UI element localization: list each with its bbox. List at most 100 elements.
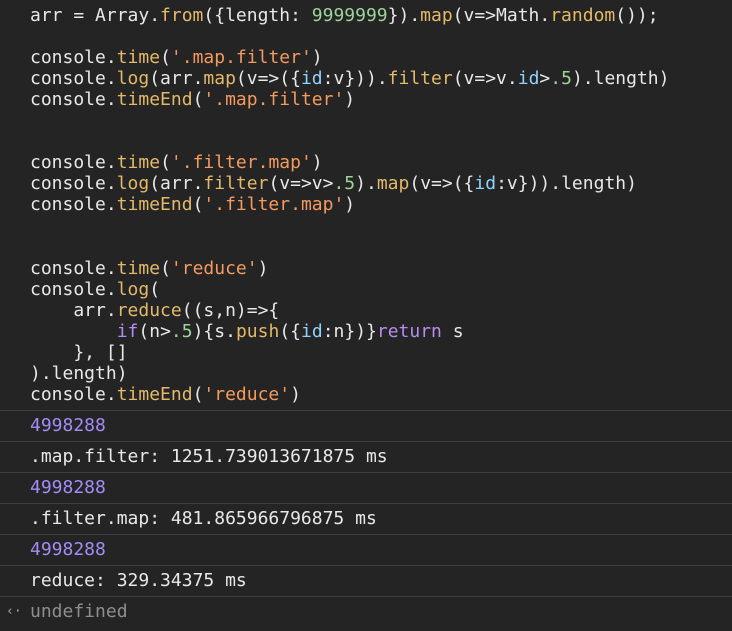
code-token: ) [344,194,356,215]
code-token: ( [160,152,171,173]
code-token: }). [387,5,421,26]
code-token: (arr. [149,68,204,89]
code-token: :n})} [322,321,377,342]
code-token: (n> [138,321,171,342]
code-token: ({ [279,321,301,342]
code-token: '.map.filter' [170,47,312,68]
code-token: 'reduce' [203,384,291,405]
code-token: ({length: [203,5,312,26]
code-token: arr. [30,300,117,321]
code-line: console.time('.filter.map') [30,152,323,173]
output-text: .filter.map: 481.865966796875 ms [30,508,377,529]
code-token: ((s,n)=>{ [181,300,280,321]
code-token: reduce [116,300,182,321]
code-token: ) [344,89,356,110]
code-token: ( [149,279,161,300]
code-line: }, [] [30,342,128,363]
log-number-row[interactable]: 4998288 [0,410,732,440]
log-number-row[interactable]: 4998288 [0,534,732,564]
code-token: ) [311,47,323,68]
code-token: timeEnd [116,194,193,215]
code-token: log [116,173,150,194]
code-token: (arr. [149,173,204,194]
return-arrow-icon: ‹· [6,604,22,619]
code-token: :v})).length) [496,173,637,194]
code-token: map [420,5,453,26]
code-token: ) [290,384,301,405]
code-line: console.log( [30,279,160,300]
code-token: timeEnd [116,89,193,110]
code-token: id [301,321,323,342]
code-token: console. [30,194,117,215]
output-text: .map.filter: 1251.739013671875 ms [30,446,388,467]
code-token: console. [30,384,117,405]
code-token: (v=>v. [452,68,518,89]
code-token: ). [355,173,377,194]
code-token: if [116,321,139,342]
code-token: ( [192,384,204,405]
log-message-row[interactable]: .map.filter: 1251.739013671875 ms [0,441,732,471]
code-token: id [517,68,540,89]
code-token: from [160,5,204,26]
return-value-row[interactable]: ‹· undefined [0,596,732,626]
code-token: ).length) [30,363,128,384]
log-number-row[interactable]: 4998288 [0,472,732,502]
code-token: log [116,279,150,300]
code-token: id [300,68,323,89]
code-token: ( [160,258,171,279]
code-token: return [376,321,442,342]
code-token: '.filter.map' [203,194,345,215]
code-token: console. [30,47,117,68]
code-token: ) [311,152,323,173]
code-token: '.filter.map' [170,152,312,173]
code-line: if(n>.5){s.push({id:n})}return s [30,321,464,342]
code-line: console.timeEnd('.map.filter') [30,89,355,110]
code-token: time [116,47,161,68]
code-token: log [116,68,150,89]
output-text: 4998288 [30,539,106,560]
code-line: ).length) [30,363,128,384]
code-token: push [235,321,280,342]
code-token: s [441,321,464,342]
code-line: console.timeEnd('reduce') [30,384,301,405]
code-line: console.log(arr.filter(v=>v>.5).map(v=>(… [30,173,637,194]
code-token: console. [30,279,117,300]
code-token: ) [257,258,269,279]
code-token: arr = Array. [30,5,161,26]
code-token: ( [192,89,204,110]
code-token: ( [160,47,171,68]
code-token: filter [203,173,269,194]
code-token: console. [30,152,117,173]
code-token: timeEnd [116,384,193,405]
output-text: reduce: 329.34375 ms [30,570,247,591]
code-token: map [376,173,410,194]
code-token: ){s. [192,321,236,342]
code-token: }, [] [30,342,128,363]
code-line: console.time('reduce') [30,258,268,279]
code-token: console. [30,68,117,89]
code-token: random [550,5,616,26]
log-message-row[interactable]: reduce: 329.34375 ms [0,565,732,595]
code-token: console. [30,89,117,110]
code-token: time [116,258,161,279]
code-token: filter [387,68,453,89]
code-token: (v=>v> [268,173,334,194]
output-text: 4998288 [30,415,106,436]
output-text: undefined [30,601,128,622]
code-line: arr.reduce((s,n)=>{ [30,300,279,321]
code-line: console.time('.map.filter') [30,47,323,68]
code-token: :v})). [322,68,388,89]
code-line: console.timeEnd('.filter.map') [30,194,355,215]
code-token: > [539,68,551,89]
code-token: 9999999 [311,5,388,26]
code-token: '.map.filter' [203,89,345,110]
code-token: ( [192,194,204,215]
code-line: console.log(arr.map(v=>({id:v})).filter(… [30,68,670,89]
log-message-row[interactable]: .filter.map: 481.865966796875 ms [0,503,732,533]
code-token: (v=>({ [235,68,301,89]
code-token: .5 [170,321,193,342]
code-line: arr = Array.from({length: 9999999}).map(… [30,5,659,26]
code-token: console. [30,258,117,279]
console-input-code[interactable]: arr = Array.from({length: 9999999}).map(… [0,0,732,409]
code-token: (v=>Math. [452,5,551,26]
